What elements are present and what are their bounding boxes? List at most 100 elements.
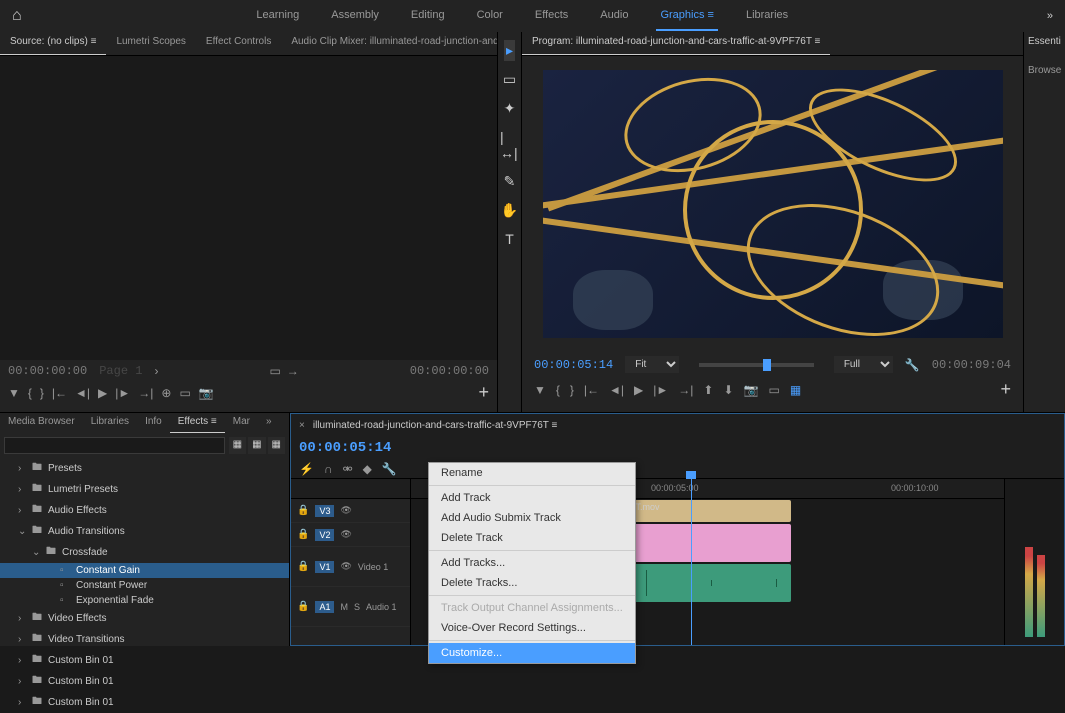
tab-color[interactable]: Color bbox=[473, 1, 507, 31]
track-v3-label[interactable]: V3 bbox=[315, 505, 334, 517]
effects-search-input[interactable] bbox=[4, 437, 225, 454]
tl-settings-icon[interactable]: 🔧 bbox=[382, 462, 397, 476]
panel-overflow-icon[interactable]: » bbox=[258, 413, 280, 433]
tree-item[interactable]: ▫Exponential Fade bbox=[0, 593, 289, 608]
source-tc-in[interactable]: 00:00:00:00 bbox=[8, 364, 87, 378]
tab-effects-panel[interactable]: Effects ≡ bbox=[170, 413, 225, 433]
home-icon[interactable]: ⌂ bbox=[12, 7, 22, 25]
tl-link-icon[interactable]: ⚮ bbox=[343, 462, 353, 476]
tl-snap-icon[interactable]: ⚡ bbox=[299, 462, 314, 476]
prog-marker-icon[interactable]: ▼ bbox=[534, 383, 546, 397]
tree-item[interactable]: ›🖿Audio Effects bbox=[0, 500, 289, 521]
tab-graphics[interactable]: Graphics ≡ bbox=[656, 1, 718, 31]
tree-item[interactable]: ▫Constant Gain bbox=[0, 563, 289, 578]
tab-effect-controls[interactable]: Effect Controls bbox=[196, 32, 281, 55]
tree-item[interactable]: ⌄🖿Crossfade bbox=[0, 542, 289, 563]
video-clip-v2[interactable]: 9F76T.mov bbox=[611, 500, 791, 522]
wrench-icon[interactable]: 🔧 bbox=[905, 358, 920, 372]
scrub-handle[interactable] bbox=[763, 359, 771, 371]
eye-icon[interactable]: 👁 bbox=[340, 561, 351, 572]
lock-icon[interactable]: 🔒 bbox=[297, 601, 309, 612]
tab-assembly[interactable]: Assembly bbox=[327, 1, 383, 31]
prog-safe-margins-icon[interactable]: ▦ bbox=[790, 383, 801, 397]
tab-source[interactable]: Source: (no clips) ≡ bbox=[0, 32, 106, 55]
more-workspaces-icon[interactable]: » bbox=[1047, 10, 1053, 22]
export-frame-icon[interactable]: 📷 bbox=[199, 386, 214, 400]
mute-button[interactable]: M bbox=[340, 602, 348, 612]
add-button-icon[interactable]: + bbox=[478, 382, 489, 403]
selection-tool-icon[interactable]: ▸ bbox=[504, 40, 515, 61]
play-icon[interactable]: ▶ bbox=[98, 386, 107, 400]
tree-item[interactable]: ›🖿Presets bbox=[0, 458, 289, 479]
lock-icon[interactable]: 🔒 bbox=[297, 505, 309, 516]
prog-compare-icon[interactable]: ▭ bbox=[768, 383, 779, 397]
go-to-in-icon[interactable]: |← bbox=[52, 386, 67, 400]
track-a1-label[interactable]: A1 bbox=[315, 601, 334, 613]
resolution-select[interactable]: Full bbox=[834, 356, 893, 373]
playhead[interactable] bbox=[691, 479, 692, 645]
audio-clip-a1[interactable] bbox=[611, 564, 791, 602]
prog-in-icon[interactable]: { bbox=[556, 383, 560, 397]
go-to-out-icon[interactable]: →| bbox=[138, 386, 153, 400]
step-back-icon[interactable]: ◄| bbox=[75, 386, 90, 400]
hand-tool-icon[interactable]: ✋ bbox=[499, 200, 520, 221]
prog-step-back-icon[interactable]: ◄| bbox=[609, 383, 624, 397]
context-menu-item[interactable]: Voice-Over Record Settings... bbox=[429, 618, 635, 638]
tree-item[interactable]: ›🖿Video Transitions bbox=[0, 629, 289, 650]
tab-libraries-panel[interactable]: Libraries bbox=[83, 413, 137, 433]
insert-icon[interactable]: ⊕ bbox=[161, 386, 171, 400]
lock-icon[interactable]: 🔒 bbox=[297, 529, 309, 540]
program-scrubber[interactable] bbox=[699, 363, 814, 367]
fx-filter-1-icon[interactable]: ▦ bbox=[229, 437, 246, 454]
track-v1-label[interactable]: V1 bbox=[315, 561, 334, 573]
lock-icon[interactable]: 🔒 bbox=[297, 561, 309, 572]
frame-tool-icon[interactable]: ▭ bbox=[501, 69, 518, 90]
tree-item[interactable]: ▫Constant Power bbox=[0, 578, 289, 593]
video-clip-v1[interactable] bbox=[611, 524, 791, 562]
tl-magnet-icon[interactable]: ∩ bbox=[324, 462, 333, 476]
track-v2-label[interactable]: V2 bbox=[315, 529, 334, 541]
prog-export-icon[interactable]: 📷 bbox=[744, 383, 759, 397]
tab-info[interactable]: Info bbox=[137, 413, 170, 433]
context-menu-item[interactable]: Add Tracks... bbox=[429, 553, 635, 573]
sequence-name[interactable]: illuminated-road-junction-and-cars-traff… bbox=[313, 420, 557, 431]
tab-lumetri-scopes[interactable]: Lumetri Scopes bbox=[106, 32, 195, 55]
context-menu-item[interactable]: Add Track bbox=[429, 488, 635, 508]
align-tool-icon[interactable]: ✦ bbox=[502, 98, 518, 119]
tree-item[interactable]: ⌄🖿Audio Transitions bbox=[0, 521, 289, 542]
fx-filter-3-icon[interactable]: ▦ bbox=[268, 437, 285, 454]
tree-item[interactable]: ›🖿Custom Bin 01 bbox=[0, 650, 289, 671]
context-menu-item[interactable]: Delete Track bbox=[429, 528, 635, 548]
src-btn-1[interactable]: ▭ bbox=[269, 364, 280, 378]
chevron-right-icon[interactable]: › bbox=[154, 364, 158, 378]
step-fwd-icon[interactable]: |► bbox=[115, 386, 130, 400]
marker-icon[interactable]: ▼ bbox=[8, 386, 20, 400]
tab-effects-ws[interactable]: Effects bbox=[531, 1, 572, 31]
close-icon[interactable]: × bbox=[299, 420, 305, 431]
pen-tool-icon[interactable]: ✎ bbox=[502, 171, 518, 192]
tab-editing[interactable]: Editing bbox=[407, 1, 449, 31]
tree-item[interactable]: ›🖿Custom Bin 01 bbox=[0, 692, 289, 713]
prog-play-icon[interactable]: ▶ bbox=[634, 383, 643, 397]
prog-extract-icon[interactable]: ⬇ bbox=[723, 383, 733, 397]
context-menu-item[interactable]: Add Audio Submix Track bbox=[429, 508, 635, 528]
tab-markers[interactable]: Mar bbox=[225, 413, 258, 433]
text-align-icon[interactable]: |↔| bbox=[498, 127, 521, 163]
tab-essential[interactable]: Essenti bbox=[1028, 36, 1061, 47]
out-point-icon[interactable]: } bbox=[40, 386, 44, 400]
tab-media-browser[interactable]: Media Browser bbox=[0, 413, 83, 433]
zoom-fit-select[interactable]: Fit bbox=[625, 356, 679, 373]
prog-add-button-icon[interactable]: + bbox=[1000, 379, 1011, 400]
tl-marker-icon[interactable]: ◆ bbox=[363, 462, 372, 476]
tab-audio-clip-mixer[interactable]: Audio Clip Mixer: illuminated-road-junct… bbox=[281, 32, 497, 55]
tab-browse[interactable]: Browse bbox=[1028, 65, 1061, 76]
context-menu-item[interactable]: Delete Tracks... bbox=[429, 573, 635, 593]
overwrite-icon[interactable]: ▭ bbox=[179, 386, 190, 400]
solo-button[interactable]: S bbox=[354, 602, 360, 612]
context-menu-item[interactable]: Rename bbox=[429, 463, 635, 483]
context-menu-item[interactable]: Customize... bbox=[429, 643, 635, 663]
program-timecode-current[interactable]: 00:00:05:14 bbox=[534, 358, 613, 372]
prog-out-icon[interactable]: } bbox=[570, 383, 574, 397]
tab-program[interactable]: Program: illuminated-road-junction-and-c… bbox=[522, 32, 830, 55]
fx-filter-2-icon[interactable]: ▦ bbox=[248, 437, 265, 454]
